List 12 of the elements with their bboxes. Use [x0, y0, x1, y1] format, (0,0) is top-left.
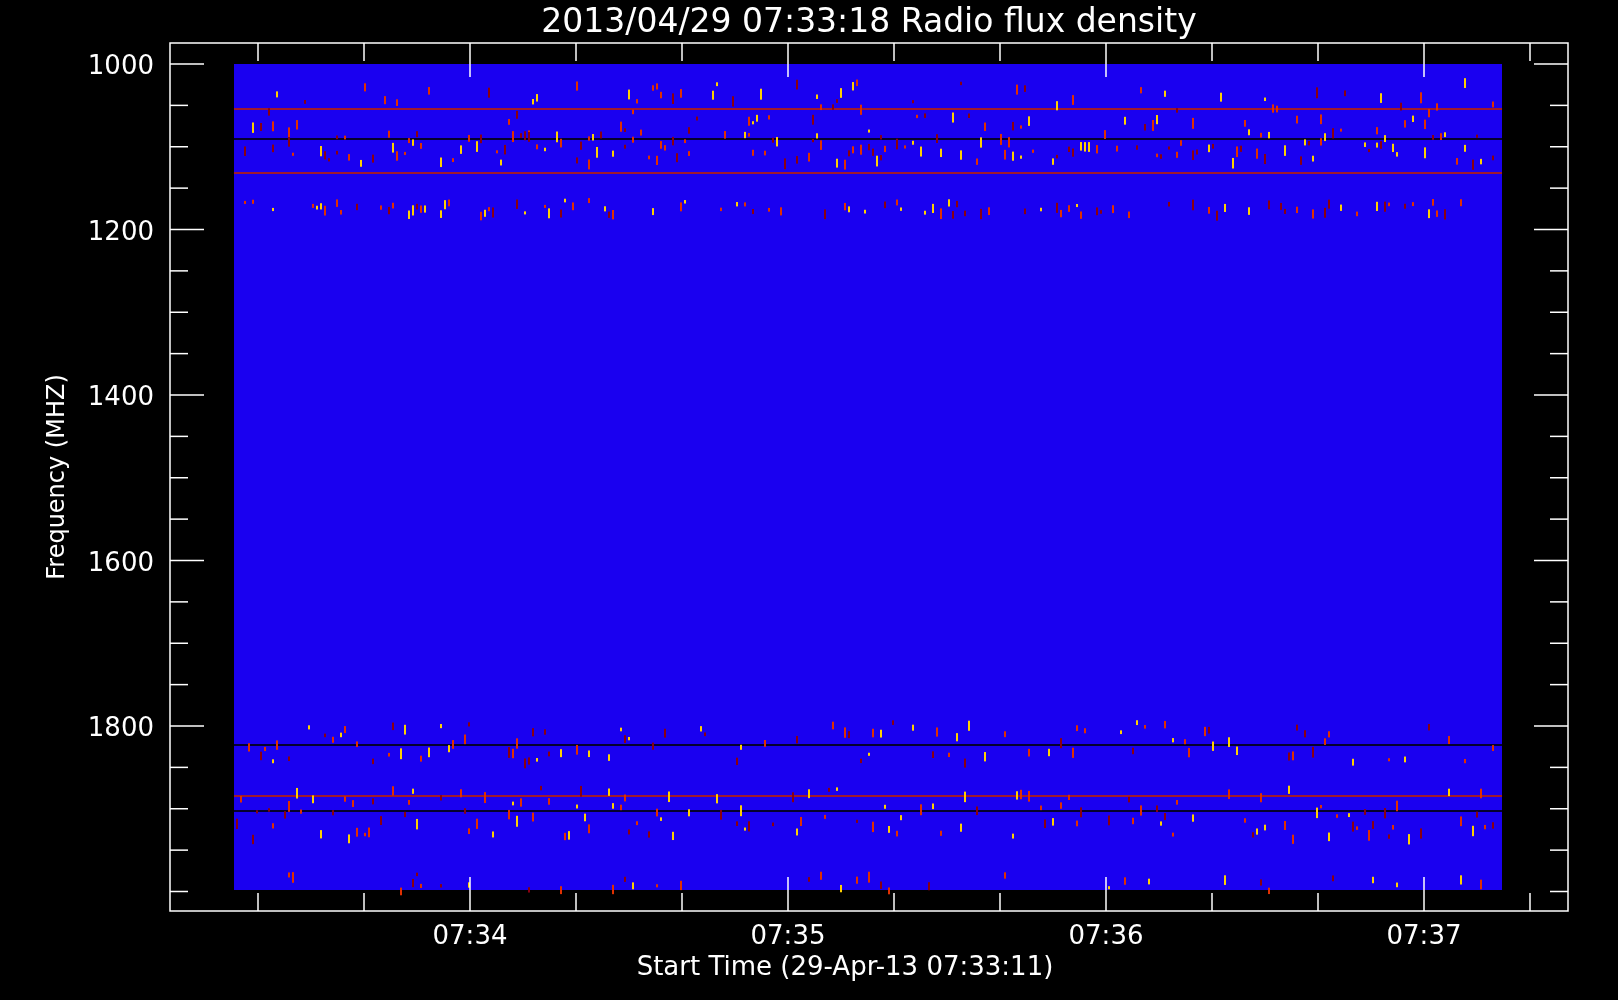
- y-tick-label: 1600: [87, 546, 154, 577]
- x-tick-label: 07:37: [1386, 920, 1462, 950]
- x-tick-label: 07:36: [1068, 920, 1144, 950]
- x-tick-label: 07:35: [750, 920, 826, 950]
- x-axis-label: Start Time (29-Apr-13 07:33:11): [636, 951, 1054, 981]
- x-tick-label: 07:34: [432, 920, 508, 950]
- y-tick-label: 1400: [87, 381, 154, 411]
- y-axis-label: Frequency (MHZ): [42, 374, 70, 580]
- plot-title: 2013/04/29 07:33:18 Radio flux density: [541, 1, 1197, 40]
- y-tick-label: 1200: [87, 215, 154, 246]
- y-tick-label: 1800: [87, 712, 154, 742]
- y-tick-label: 1000: [87, 50, 154, 80]
